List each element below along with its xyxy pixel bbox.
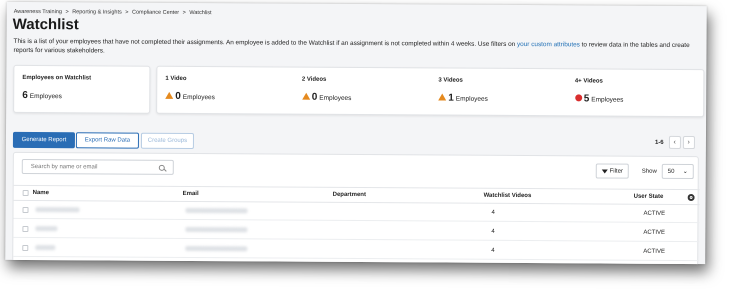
stat-unit: Employees bbox=[182, 93, 215, 102]
stat-card-employees-on-watchlist: Employees on Watchlist 6 Employees bbox=[13, 64, 151, 114]
stat-label: 2 Videos bbox=[301, 76, 327, 83]
redacted-name bbox=[35, 207, 80, 213]
breadcrumb-item-awareness-training[interactable]: Awareness Training bbox=[14, 9, 62, 15]
stat-number: 0 bbox=[175, 90, 181, 102]
redacted-email bbox=[185, 245, 248, 252]
stat-2-videos: 2 Videos 0 Employees bbox=[294, 68, 431, 115]
pagination-range: 1-6 bbox=[654, 139, 664, 146]
row-checkbox[interactable] bbox=[22, 244, 29, 251]
column-header-name[interactable]: Name bbox=[33, 186, 49, 200]
breadcrumb-item-reporting[interactable]: Reporting & Insights bbox=[72, 9, 122, 15]
stat-value: 5 Employees bbox=[574, 93, 696, 105]
pagination: 1-6 ‹ › bbox=[654, 135, 695, 150]
search-input[interactable]: Search by name or email bbox=[21, 158, 174, 175]
column-header-email[interactable]: Email bbox=[183, 187, 199, 201]
filter-label: Filter bbox=[609, 168, 623, 175]
stat-1-video: 1 Video 0 Employees bbox=[157, 67, 294, 114]
filter-button[interactable]: Filter bbox=[595, 163, 629, 179]
cell-name bbox=[35, 201, 80, 218]
stat-unit: Employees bbox=[29, 93, 62, 101]
page-size-select[interactable]: 50 ⌄ bbox=[661, 163, 694, 180]
stat-number: 1 bbox=[448, 92, 454, 104]
row-checkbox[interactable] bbox=[22, 225, 29, 232]
cell-watchlist-videos: 4 bbox=[491, 228, 495, 235]
column-header-user-state[interactable]: User State bbox=[634, 190, 664, 204]
stat-value: 0 Employees bbox=[301, 91, 423, 104]
cell-watchlist-videos: 4 bbox=[491, 209, 495, 216]
warning-icon bbox=[301, 92, 310, 100]
generate-report-button[interactable]: Generate Report bbox=[12, 131, 75, 149]
next-page-button[interactable]: › bbox=[682, 135, 695, 150]
warning-icon bbox=[165, 91, 174, 99]
redacted-email bbox=[185, 226, 248, 233]
page-title: Watchlist bbox=[12, 15, 79, 34]
gear-icon[interactable] bbox=[687, 194, 695, 202]
cell-email bbox=[185, 240, 248, 257]
stat-number: 5 bbox=[583, 93, 590, 105]
cell-user-state: ACTIVE bbox=[643, 229, 666, 236]
table-row[interactable]: 4 ACTIVE bbox=[13, 238, 700, 262]
cell-email bbox=[185, 202, 248, 219]
stat-label: Employees on Watchlist bbox=[22, 74, 92, 82]
column-header-department[interactable]: Department bbox=[333, 188, 366, 202]
cell-name bbox=[35, 239, 56, 256]
breadcrumb-item-watchlist: Watchlist bbox=[189, 9, 212, 17]
breadcrumb-separator: > bbox=[182, 9, 186, 16]
page-description: This is a list of your employees that ha… bbox=[13, 38, 703, 59]
redacted-name bbox=[35, 226, 58, 232]
show-label: Show bbox=[641, 168, 657, 175]
stat-label: 3 Videos bbox=[438, 77, 463, 84]
stat-value: 1 Employees bbox=[438, 93, 559, 105]
breadcrumb-separator: > bbox=[125, 9, 129, 16]
cell-email bbox=[185, 221, 248, 238]
row-checkbox[interactable] bbox=[22, 206, 29, 213]
cell-name bbox=[35, 220, 58, 237]
breadcrumb-separator: > bbox=[65, 9, 69, 16]
redacted-name bbox=[35, 245, 56, 251]
stat-unit: Employees bbox=[591, 96, 624, 104]
search-placeholder: Search by name or email bbox=[30, 163, 98, 170]
redacted-email bbox=[185, 207, 248, 214]
warning-icon bbox=[438, 93, 447, 101]
breadcrumb: Awareness Training > Reporting & Insight… bbox=[14, 9, 214, 16]
cell-user-state: ACTIVE bbox=[643, 210, 666, 217]
stat-card-videos: 1 Video 0 Employees 2 Videos 0 Employees… bbox=[156, 65, 705, 118]
stat-value: 0 Employees bbox=[165, 91, 286, 103]
error-icon bbox=[574, 94, 582, 102]
stat-value: 6 Employees bbox=[22, 90, 141, 102]
create-groups-button: Create Groups bbox=[140, 132, 194, 150]
breadcrumb-item-compliance-center[interactable]: Compliance Center bbox=[132, 10, 179, 16]
filter-icon bbox=[601, 169, 608, 174]
stat-unit: Employees bbox=[319, 94, 352, 102]
custom-attributes-link[interactable]: your custom attributes bbox=[517, 41, 580, 48]
stats-row: Employees on Watchlist 6 Employees 1 Vid… bbox=[13, 64, 705, 118]
watchlist-table: Search by name or email Filter Show 50 ⌄… bbox=[12, 151, 700, 265]
stat-unit: Employees bbox=[455, 95, 488, 103]
previous-page-button[interactable]: ‹ bbox=[668, 135, 681, 149]
stat-number: 6 bbox=[22, 89, 28, 101]
watchlist-page: Awareness Training > Reporting & Insight… bbox=[5, 1, 707, 265]
cell-watchlist-videos: 4 bbox=[491, 247, 495, 254]
export-raw-data-button[interactable]: Export Raw Data bbox=[75, 132, 139, 149]
stat-number: 0 bbox=[311, 91, 318, 103]
cell-user-state: ACTIVE bbox=[643, 248, 665, 255]
chevron-down-icon: ⌄ bbox=[682, 168, 688, 176]
column-header-watchlist-videos[interactable]: Watchlist Videos bbox=[484, 189, 532, 203]
stat-3-videos: 3 Videos 1 Employees bbox=[430, 68, 567, 115]
select-all-checkbox[interactable] bbox=[22, 189, 29, 197]
page-size-value: 50 bbox=[667, 168, 675, 175]
stat-label: 1 Video bbox=[165, 75, 187, 82]
stat-label: 4+ Videos bbox=[574, 78, 603, 85]
stat-4-plus-videos: 4+ Videos 5 Employees bbox=[567, 69, 704, 116]
search-icon bbox=[158, 164, 165, 171]
